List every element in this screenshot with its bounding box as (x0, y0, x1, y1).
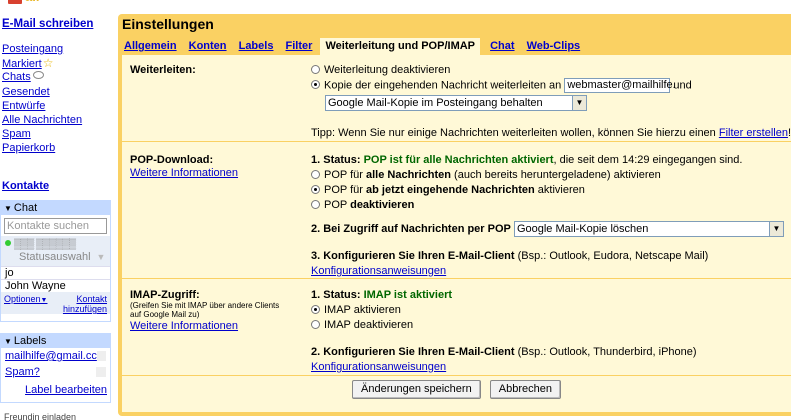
imap-client-step: 2. Konfigurieren Sie Ihren E-Mail-Client… (311, 346, 697, 358)
folder-all-mail[interactable]: Alle Nachrichten (2, 114, 82, 126)
create-filter-link[interactable]: Filter erstellen (719, 127, 788, 139)
edit-labels-link[interactable]: Label bearbeiten (25, 384, 107, 396)
chat-footer: Optionen▼ Kontakt hinzufügen (1, 292, 110, 314)
tab-chat[interactable]: Chat (490, 38, 514, 54)
pop-more-info-link[interactable]: Weitere Informationen (130, 167, 238, 179)
folder-list: Posteingang Markiert☆ Chats Gesendet Ent… (2, 42, 82, 156)
star-icon: ☆ (42, 56, 54, 71)
left-nav: ail E-Mail schreiben Posteingang Markier… (0, 0, 111, 420)
label-color-swatch[interactable] (96, 367, 106, 377)
pop-all-option[interactable]: POP für alle Nachrichten (auch bereits h… (311, 168, 784, 183)
folder-chats[interactable]: Chats (2, 71, 31, 83)
status-select[interactable]: Statusauswahl ▼ (5, 250, 106, 264)
imap-config-link[interactable]: Konfigurationsanweisungen (311, 361, 446, 373)
collapse-triangle-icon: ▼ (4, 337, 12, 346)
invite-link-cut[interactable]: Freundin einladen (4, 412, 76, 420)
forward-on-option[interactable]: Kopie der eingehenden Nachricht weiterle… (311, 78, 791, 95)
labels-box: ▼ Labels mailhilfe@gmail.cc Spam? Label b… (0, 333, 111, 403)
tab-web-clips[interactable]: Web-Clips (527, 38, 581, 54)
chat-header[interactable]: ▼ Chat (1, 201, 110, 215)
page-title: Einstellungen (122, 16, 214, 32)
forward-tip: Tipp: Wenn Sie nur einige Nachrichten we… (311, 127, 791, 139)
radio-checked-icon[interactable] (311, 80, 320, 90)
folder-trash[interactable]: Papierkorb (2, 142, 55, 154)
imap-more-info-link[interactable]: Weitere Informationen (130, 320, 238, 332)
forward-off-option[interactable]: Weiterleitung deaktivieren (311, 63, 791, 78)
save-button[interactable]: Änderungen speichern (352, 380, 481, 399)
chat-options-link[interactable]: Optionen▼ (4, 294, 47, 314)
folder-inbox[interactable]: Posteingang (2, 43, 63, 55)
imap-off-option[interactable]: IMAP deaktivieren (311, 318, 697, 333)
contacts-link[interactable]: Kontakte (2, 180, 49, 192)
action-bar: Änderungen speichern Abbrechen (122, 380, 791, 399)
chat-contact[interactable]: jo (1, 266, 110, 279)
folder-spam[interactable]: Spam (2, 128, 31, 140)
logo-text-icon: ail (25, 0, 39, 4)
chat-search-input[interactable]: Kontakte suchen (4, 218, 107, 234)
imap-status: 1. Status: IMAP ist aktiviert (311, 289, 453, 301)
dropdown-arrow-icon: ▼ (572, 96, 586, 110)
pop-label: POP-Download: (130, 154, 214, 166)
label-item: Spam? (1, 364, 110, 380)
settings-body: Weiterleiten: Weiterleitung deaktivieren… (122, 55, 791, 412)
pop-status: 1. Status: POP ist für alle Nachrichten … (311, 154, 743, 166)
pop-client-step: 3. Konfigurieren Sie Ihren E-Mail-Client… (311, 250, 709, 262)
radio-icon[interactable] (311, 320, 320, 329)
forward-action-select[interactable]: Google Mail-Kopie im Posteingang behalte… (325, 95, 587, 111)
chat-bubble-icon (32, 71, 44, 80)
pop-off-option[interactable]: POP deaktivieren (311, 198, 784, 213)
folder-drafts[interactable]: Entwürfe (2, 100, 45, 112)
chat-contact[interactable]: John Wayne (1, 279, 110, 292)
radio-icon[interactable] (311, 200, 320, 209)
tab-accounts[interactable]: Konten (189, 38, 227, 54)
imap-on-option[interactable]: IMAP aktivieren (311, 303, 697, 318)
forwarding-label: Weiterleiten: (130, 64, 196, 76)
cancel-button[interactable]: Abbrechen (489, 380, 561, 399)
settings-tabs: Allgemein Konten Labels Filter Weiterlei… (124, 38, 589, 56)
tab-general[interactable]: Allgemein (124, 38, 177, 54)
pop-config-link[interactable]: Konfigurationsanweisungen (311, 265, 446, 277)
imap-subtitle: (Greifen Sie mit IMAP über andere Client… (130, 301, 280, 319)
tab-forwarding[interactable]: Weiterleitung und POP/IMAP (320, 38, 481, 56)
chat-box: ▼ Chat Kontakte suchen ▒▒▒ ▒▒▒▒▒▒ Statusa… (0, 200, 111, 322)
envelope-icon (8, 0, 22, 4)
dropdown-arrow-icon: ▼ (96, 252, 106, 262)
label-color-swatch[interactable] (96, 351, 106, 361)
radio-checked-icon[interactable] (311, 185, 320, 194)
pop-access-select[interactable]: Google Mail-Kopie löschen ▼ (513, 221, 784, 237)
forward-address-input[interactable]: webmaster@mailhilfe. (564, 78, 676, 93)
add-contact-link[interactable]: Kontakt hinzufügen (63, 294, 107, 314)
online-dot-icon (5, 240, 11, 246)
radio-checked-icon[interactable] (311, 305, 320, 314)
gmail-logo[interactable]: ail (8, 0, 68, 6)
compose-link[interactable]: E-Mail schreiben (2, 18, 93, 30)
imap-label: IMAP-Zugriff: (130, 289, 200, 301)
labels-header[interactable]: ▼ Labels (1, 334, 110, 348)
folder-starred[interactable]: Markiert (2, 58, 42, 70)
tab-filters[interactable]: Filter (286, 38, 313, 54)
pop-new-option[interactable]: POP für ab jetzt eingehende Nachrichten … (311, 183, 784, 198)
collapse-triangle-icon: ▼ (4, 204, 12, 213)
forwarding-section: Weiterleiten: Weiterleitung deaktivieren… (122, 55, 791, 142)
label-item: mailhilfe@gmail.cc (1, 348, 110, 364)
pop-access-label: 2. Bei Zugriff auf Nachrichten per POP (311, 222, 511, 235)
folder-sent[interactable]: Gesendet (2, 86, 50, 98)
my-name-blurred: ▒▒▒ ▒▒▒▒▒▒ (14, 239, 76, 250)
my-status: ▒▒▒ ▒▒▒▒▒▒ Statusauswahl ▼ (1, 236, 110, 266)
radio-icon[interactable] (311, 170, 320, 179)
pop-section: POP-Download: Weitere Informationen 1. S… (122, 143, 791, 279)
settings-panel: Einstellungen Allgemein Konten Labels Fi… (118, 14, 791, 416)
dropdown-arrow-icon: ▼ (768, 222, 783, 236)
imap-section: IMAP-Zugriff: (Greifen Sie mit IMAP über… (122, 280, 791, 376)
tab-labels[interactable]: Labels (239, 38, 274, 54)
radio-icon[interactable] (311, 65, 320, 74)
